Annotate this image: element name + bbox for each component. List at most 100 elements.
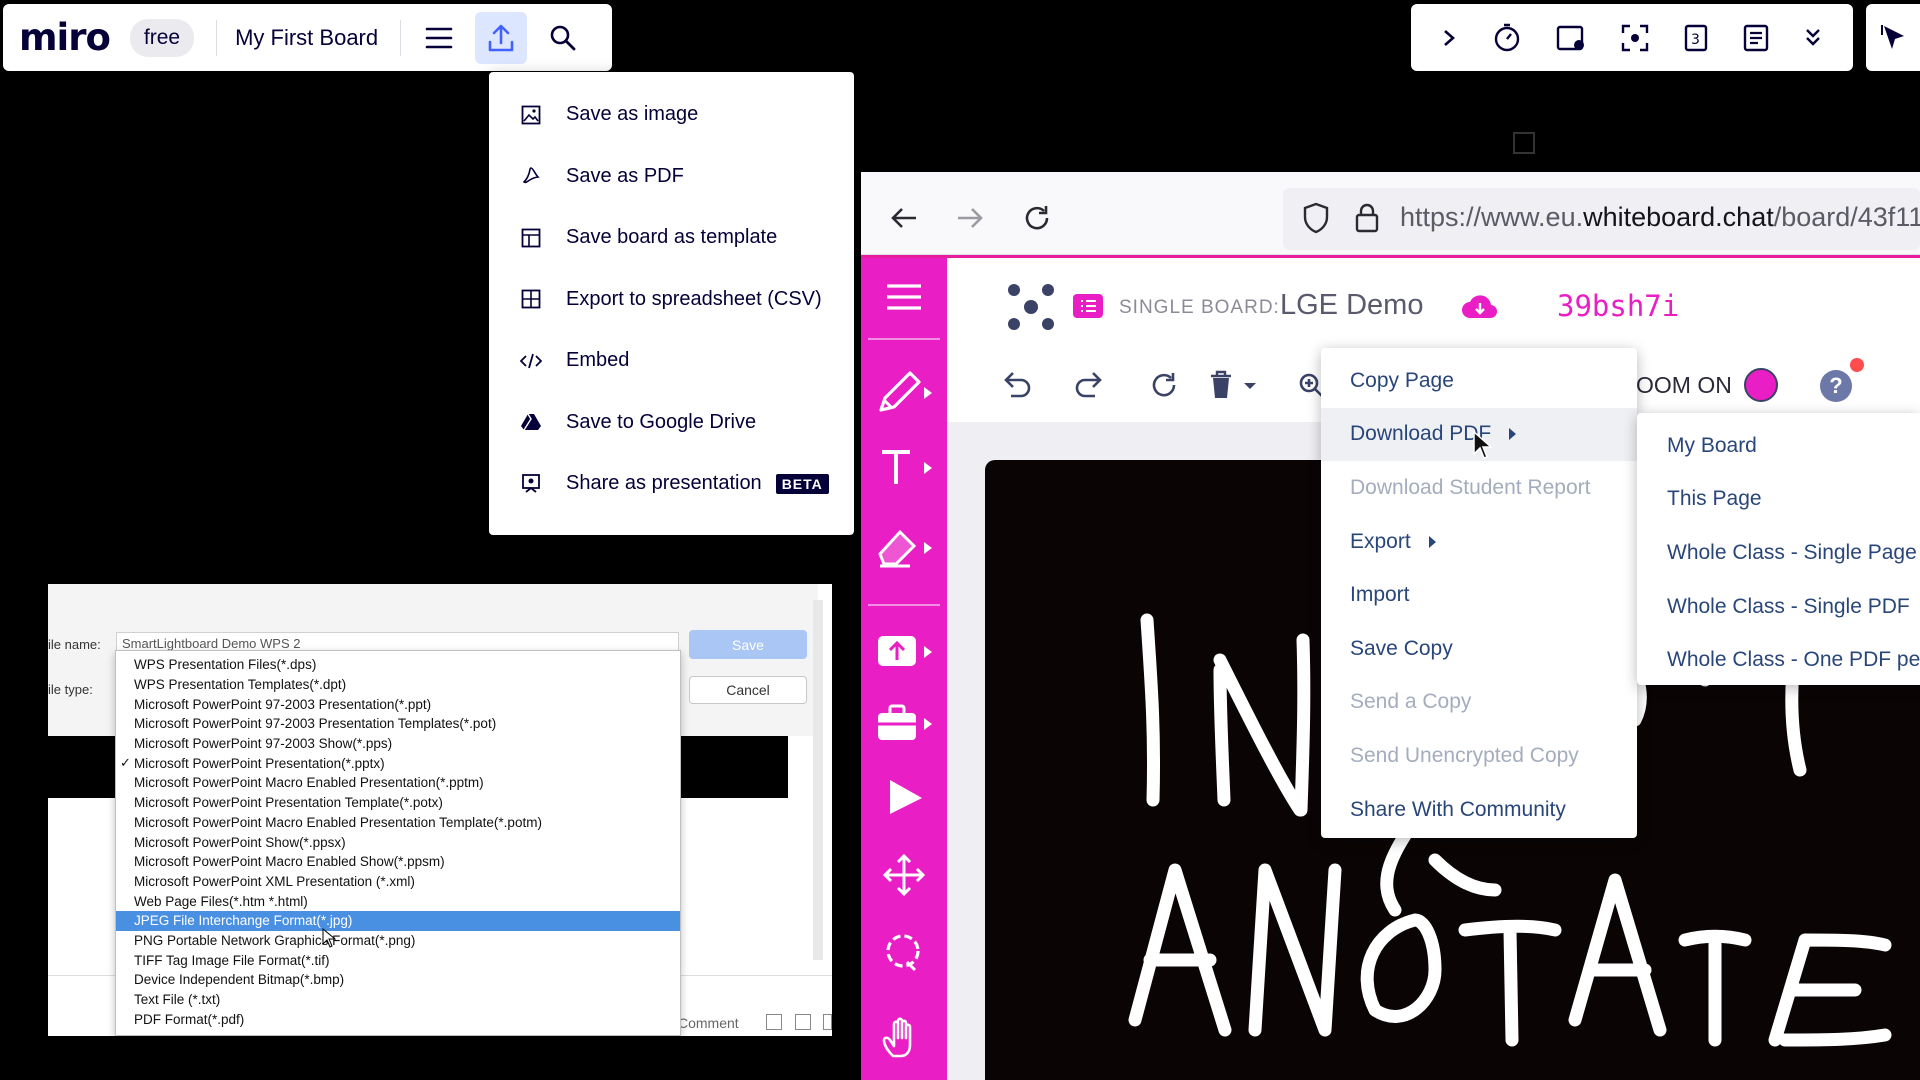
pen-tool[interactable] [861, 370, 947, 416]
reload-icon[interactable] [1022, 203, 1052, 233]
search-button[interactable] [537, 12, 589, 64]
redo-icon[interactable] [1075, 370, 1103, 400]
share-presentation-item[interactable]: Share as presentation BETA [489, 453, 854, 515]
export-button[interactable] [475, 11, 528, 64]
lasso-tool[interactable] [861, 932, 947, 974]
text-tool[interactable] [861, 448, 947, 488]
board-badge-icon [1073, 294, 1103, 318]
grid-view-icon[interactable] [795, 1014, 811, 1030]
miro-logo[interactable]: miro [19, 16, 111, 59]
send-copy-item[interactable]: Send a Copy [1321, 676, 1637, 730]
normal-view-icon[interactable] [766, 1014, 782, 1030]
file-type-option[interactable]: Device Independent Bitmap(*.bmp) [116, 970, 680, 990]
file-type-option[interactable]: Microsoft PowerPoint Macro Enabled Prese… [116, 773, 680, 793]
file-type-option[interactable]: Microsoft PowerPoint 97-2003 Show(*.pps) [116, 734, 680, 754]
url-text[interactable]: https://www.eu.whiteboard.chat/board/43f… [1400, 202, 1920, 233]
export-csv-item[interactable]: Export to spreadsheet (CSV) [489, 269, 854, 331]
eraser-icon [878, 529, 932, 568]
miro-toolbar: miro free My First Board [3, 4, 612, 71]
pen-icon [879, 371, 932, 412]
embed-item[interactable]: Embed [489, 330, 854, 392]
save-template-item[interactable]: Save board as template [489, 207, 854, 269]
menu-item-label: Share as presentation [566, 472, 762, 495]
save-button[interactable]: Save [689, 630, 807, 659]
copy-page-item[interactable]: Copy Page [1321, 354, 1637, 408]
board-name[interactable]: My First Board [235, 25, 378, 51]
frames-counter-icon[interactable]: 3 [1683, 23, 1709, 53]
plan-badge[interactable]: free [129, 18, 195, 57]
file-type-option[interactable]: WPS Presentation Templates(*.dpt) [116, 675, 680, 695]
lock-icon[interactable] [1354, 202, 1380, 234]
file-type-option-highlighted[interactable]: JPEG File Interchange Format(*.jpg) [116, 910, 680, 931]
save-as-image-item[interactable]: Save as image [489, 84, 854, 146]
url-domain: whiteboard.chat [1583, 202, 1774, 232]
pdf-my-board-item[interactable]: My Board [1637, 419, 1920, 473]
forward-arrow-icon[interactable] [955, 204, 985, 232]
trash-icon[interactable] [1208, 370, 1258, 400]
move-arrows-icon [883, 854, 925, 896]
spreadsheet-icon [520, 288, 542, 310]
reading-view-icon[interactable] [823, 1014, 832, 1030]
voting-icon[interactable] [1555, 23, 1587, 53]
google-drive-icon [520, 411, 542, 433]
notes-icon[interactable] [1742, 23, 1770, 53]
cancel-button[interactable]: Cancel [689, 676, 807, 704]
board-code[interactable]: 39bsh7i [1557, 289, 1679, 323]
help-icon[interactable]: ? [1820, 370, 1852, 402]
board-title[interactable]: LGE Demo [1280, 289, 1423, 322]
save-as-pdf-item[interactable]: Save as PDF [489, 146, 854, 208]
send-unencrypted-copy-item[interactable]: Send Unencrypted Copy [1321, 729, 1637, 783]
app-logo-icon[interactable] [1006, 282, 1056, 332]
cloud-download-icon[interactable] [1461, 292, 1499, 322]
save-copy-item[interactable]: Save Copy [1321, 622, 1637, 676]
file-type-option[interactable]: Microsoft PowerPoint 97-2003 Presentatio… [116, 714, 680, 734]
google-drive-item[interactable]: Save to Google Drive [489, 392, 854, 454]
file-type-option[interactable]: Microsoft PowerPoint Macro Enabled Prese… [116, 813, 680, 833]
pointer-icon [890, 780, 922, 814]
undo-icon[interactable] [1003, 370, 1031, 400]
shield-icon[interactable] [1301, 202, 1331, 234]
board-context-menu: Copy Page Download PDF Download Student … [1321, 348, 1637, 838]
back-arrow-icon[interactable] [889, 204, 919, 232]
menu-button[interactable] [413, 12, 465, 64]
pdf-class-one-pdf-per-item[interactable]: Whole Class - One PDF pe [1637, 633, 1920, 685]
double-chevron-down-icon[interactable] [1802, 25, 1824, 51]
file-type-option[interactable]: PNG Portable Network Graphics Format(*.p… [116, 931, 680, 951]
pointer-tool[interactable] [861, 778, 947, 816]
file-type-option[interactable]: Microsoft PowerPoint Presentation Templa… [116, 793, 680, 813]
upload-tool[interactable] [861, 634, 947, 670]
file-type-option[interactable]: Microsoft PowerPoint Show(*.ppsx) [116, 832, 680, 852]
timer-icon[interactable] [1492, 23, 1522, 53]
small-frame-icon [1513, 132, 1535, 154]
eraser-tool[interactable] [861, 528, 947, 570]
pdf-class-single-pdf-item[interactable]: Whole Class - Single PDF [1637, 580, 1920, 634]
file-type-option[interactable]: Web Page Files(*.htm *.html) [116, 891, 680, 911]
toolbox-tool[interactable] [861, 704, 947, 742]
sidebar-menu-button[interactable] [861, 282, 947, 312]
file-type-option[interactable]: TIFF Tag Image File Format(*.tif) [116, 950, 680, 970]
cursor-tool[interactable] [1866, 4, 1920, 71]
focus-icon[interactable] [1620, 23, 1650, 53]
hand-tool[interactable] [861, 1016, 947, 1062]
pdf-class-single-page-item[interactable]: Whole Class - Single Page [1637, 526, 1920, 580]
chevron-right-icon[interactable] [1439, 26, 1459, 50]
file-type-option-checked[interactable]: ✓ Microsoft PowerPoint Presentation(*.ppt… [116, 753, 680, 773]
dialog-scrollbar[interactable] [813, 600, 823, 960]
file-type-option[interactable]: Microsoft PowerPoint XML Presentation (*… [116, 872, 680, 892]
file-type-option[interactable]: Microsoft PowerPoint Macro Enabled Show(… [116, 852, 680, 872]
move-tool[interactable] [861, 854, 947, 896]
share-with-community-item[interactable]: Share With Community [1321, 783, 1637, 837]
pdf-this-page-item[interactable]: This Page [1637, 473, 1920, 527]
file-type-option[interactable]: WPS Presentation Files(*.dps) [116, 655, 680, 675]
file-type-option[interactable]: Microsoft PowerPoint 97-2003 Presentatio… [116, 694, 680, 714]
file-type-option[interactable]: Text File (*.txt) [116, 990, 680, 1010]
import-item[interactable]: Import [1321, 568, 1637, 622]
file-type-option[interactable]: PDF Format(*.pdf) [116, 1009, 680, 1029]
refresh-icon[interactable] [1150, 371, 1178, 399]
zoom-status[interactable]: OOM ON [1636, 372, 1732, 399]
hand-icon [882, 1017, 912, 1058]
export-item[interactable]: Export [1321, 515, 1637, 569]
download-student-report-item[interactable]: Download Student Report [1321, 461, 1637, 515]
color-picker[interactable] [1744, 368, 1778, 402]
file-type-dropdown-list: WPS Presentation Files(*.dps) WPS Presen… [115, 650, 681, 1036]
